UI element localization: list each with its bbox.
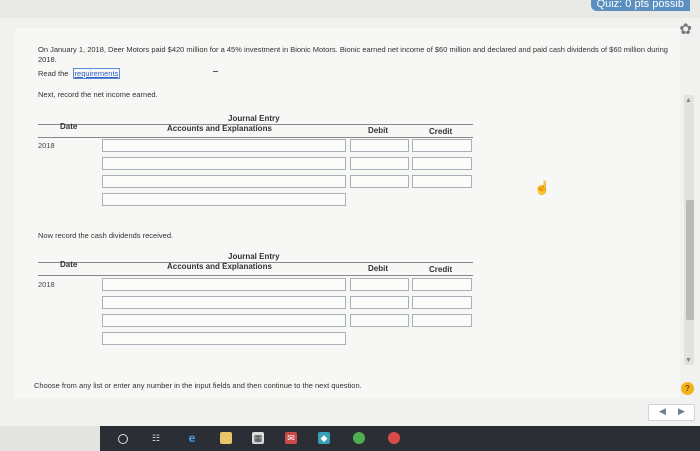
col-debit: Debit: [368, 264, 388, 273]
scroll-down-icon[interactable]: ▼: [685, 357, 692, 364]
prev-button[interactable]: ◀: [659, 406, 666, 417]
requirements-link[interactable]: requirements: [72, 68, 121, 79]
header-bottom-rule: [38, 275, 473, 276]
read-label: Read the: [38, 69, 69, 78]
credit-field[interactable]: [412, 278, 472, 291]
question-text: On January 1, 2018, Deer Motors paid $42…: [38, 45, 668, 64]
entry-year: 2018: [38, 280, 55, 289]
account-field[interactable]: [102, 175, 346, 188]
credit-field[interactable]: [412, 314, 472, 327]
question-nav: ◀ ▶: [648, 404, 695, 421]
journal-title: Journal Entry: [228, 252, 280, 261]
credit-field[interactable]: [412, 175, 472, 188]
part1-prompt: Next, record the net income earned.: [38, 90, 158, 99]
hand-cursor-icon: ☝: [534, 180, 551, 195]
app-icon[interactable]: [388, 432, 400, 444]
search-icon[interactable]: [118, 434, 128, 444]
journal-title: Journal Entry: [228, 114, 280, 123]
scrollbar-thumb[interactable]: [686, 200, 694, 320]
credit-field[interactable]: [412, 139, 472, 152]
account-field[interactable]: [102, 314, 346, 327]
gear-icon[interactable]: ✿: [679, 20, 692, 38]
next-button[interactable]: ▶: [678, 406, 685, 417]
journal-header: Journal Entry Accounts and Explanations …: [38, 250, 473, 276]
footer-instruction: Choose from any list or enter any number…: [34, 381, 362, 390]
debit-field[interactable]: [350, 139, 409, 152]
journal-subtitle: Accounts and Explanations: [167, 262, 272, 271]
journal-entry-table-1: Journal Entry Accounts and Explanations …: [38, 112, 473, 206]
store-icon[interactable]: ▦: [252, 432, 264, 444]
part2-prompt: Now record the cash dividends received.: [38, 231, 174, 240]
entry-year: 2018: [38, 141, 55, 150]
help-button[interactable]: ?: [681, 382, 694, 395]
debit-field[interactable]: [350, 296, 409, 309]
task-view-icon[interactable]: ☷: [150, 432, 162, 444]
debit-field[interactable]: [350, 175, 409, 188]
debit-field[interactable]: [350, 278, 409, 291]
header-bottom-rule: [38, 137, 473, 138]
account-field[interactable]: [102, 332, 346, 345]
col-date: Date: [60, 260, 78, 269]
scroll-up-icon[interactable]: ▲: [685, 97, 692, 104]
account-field[interactable]: [102, 296, 346, 309]
file-explorer-icon[interactable]: [220, 432, 232, 444]
score-badge: Quiz: 0 pts possib: [590, 0, 690, 11]
col-credit: Credit: [429, 265, 453, 274]
mail-icon[interactable]: ✉: [285, 432, 297, 444]
taskbar-start-area: [0, 426, 100, 451]
journal-entry-table-2: Journal Entry Accounts and Explanations …: [38, 250, 473, 345]
account-field[interactable]: [102, 139, 346, 152]
journal-subtitle: Accounts and Explanations: [167, 124, 272, 133]
chrome-icon[interactable]: [353, 432, 365, 444]
col-date: Date: [60, 122, 78, 131]
col-credit: Credit: [429, 127, 453, 136]
account-field[interactable]: [102, 193, 346, 206]
account-field[interactable]: [102, 157, 346, 170]
col-debit: Debit: [368, 126, 388, 135]
read-requirements-line: Read the requirements: [38, 68, 121, 79]
top-bar: Quiz: 0 pts possib: [0, 0, 700, 18]
account-field[interactable]: [102, 278, 346, 291]
maps-icon[interactable]: ◆: [318, 432, 330, 444]
credit-field[interactable]: [412, 157, 472, 170]
debit-field[interactable]: [350, 314, 409, 327]
credit-field[interactable]: [412, 296, 472, 309]
edge-icon[interactable]: e: [186, 432, 198, 444]
taskbar: ☷ e ▦ ✉ ◆: [0, 426, 700, 451]
debit-field[interactable]: [350, 157, 409, 170]
journal-header: Journal Entry Accounts and Explanations …: [38, 112, 473, 138]
divider: [213, 71, 218, 72]
